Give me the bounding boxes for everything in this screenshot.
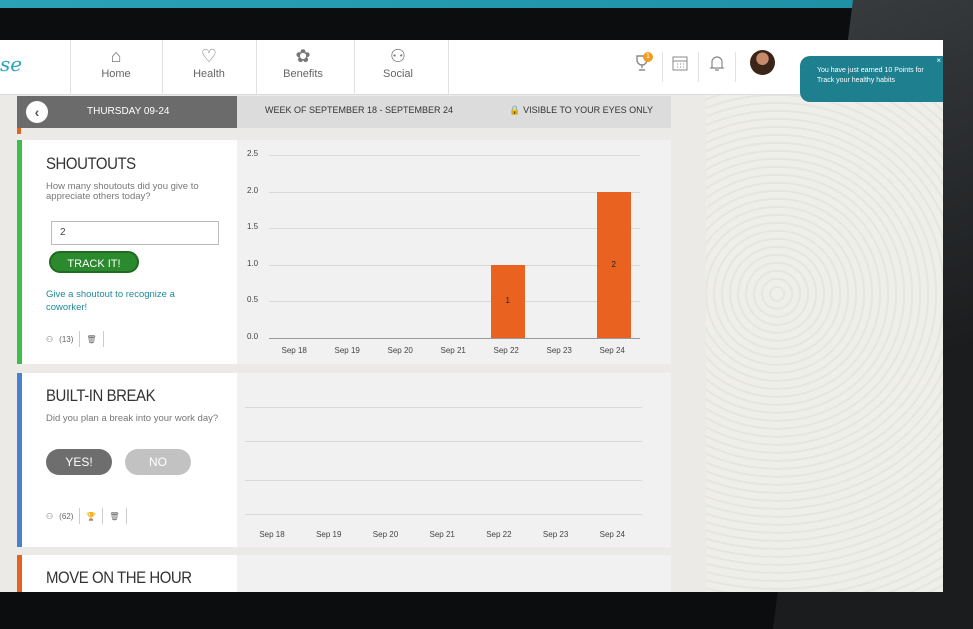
gridline (269, 191, 640, 193)
nav-divider (662, 52, 663, 82)
x-tick-label: Sep 21 (440, 346, 466, 355)
x-tick-label: Sep 19 (316, 530, 342, 539)
shoutout-link[interactable]: Give a shoutout to recognize a coworker! (46, 288, 216, 314)
week-range: WEEK OF SEPTEMBER 18 - SEPTEMBER 24 (265, 105, 454, 115)
x-tick-label: Sep 23 (546, 346, 572, 355)
gridline (269, 155, 640, 156)
app-screen: se ⌂ Home ♡ Health ✿ Benefits ⚇ Social 1… (0, 40, 943, 592)
y-tick-label: 1.5 (247, 222, 259, 232)
nav-divider (448, 40, 449, 95)
x-tick-label: Sep 23 (542, 530, 569, 539)
y-tick-label: 1.0 (247, 258, 259, 268)
gridline (269, 264, 640, 266)
points-toast[interactable]: You have just earned 10 Points for Track… (800, 56, 943, 102)
nav-health-label: Health (193, 68, 225, 80)
yes-button[interactable]: YES! (46, 449, 112, 475)
x-tick-label: Sep 24 (599, 346, 625, 355)
close-icon[interactable]: × (936, 56, 941, 66)
gridline (245, 441, 642, 442)
shoutouts-chart: 0.0 0.5 1.0 1.5 2.0 2.5 Sep 18 Sep 19 Sep 20 Sep … (237, 140, 671, 364)
people-icon: ⚇ (389, 46, 407, 66)
track-it-button[interactable]: TRACK IT! (49, 251, 139, 273)
home-icon: ⌂ (110, 46, 122, 66)
move-on-the-hour-card: MOVE ON THE HOUR (17, 555, 237, 592)
y-tick-label: 2.5 (247, 149, 259, 158)
visibility-note: 🔒 VISIBLE TO YOUR EYES ONLY (509, 105, 653, 115)
trash-icon[interactable]: 🗑 (109, 512, 119, 521)
nav-social[interactable]: ⚇ Social (348, 46, 448, 80)
nav-home-label: Home (101, 68, 131, 80)
nav-divider (735, 52, 736, 82)
prev-card-accent (17, 128, 21, 134)
current-day: THURSDAY 09-24 (87, 106, 170, 117)
week-bar: WEEK OF SEPTEMBER 18 - SEPTEMBER 24 🔒 VI… (237, 96, 671, 128)
gridline (269, 228, 640, 230)
card-meta: ⚇ (62) 🏆 🗑 (46, 508, 127, 524)
trash-icon[interactable]: 🗑 (86, 335, 96, 344)
x-tick-label: Sep 22 (493, 346, 519, 355)
toast-text: You have just earned 10 Points for Track… (817, 67, 924, 84)
top-accent-band (0, 0, 973, 8)
built-in-break-card: BUILT-IN BREAK Did you plan a break into… (17, 373, 237, 547)
card-title: SHOUTOUTS (46, 154, 136, 173)
gridline (245, 514, 642, 515)
people-icon[interactable]: ⚇ (46, 335, 53, 344)
participant-count: (13) (59, 334, 74, 344)
gridline (245, 407, 642, 408)
benefits-icon: ✿ (295, 46, 311, 66)
trophy-badge: 1 (643, 52, 653, 62)
nav-social-label: Social (383, 68, 413, 80)
participant-count: (62) (59, 511, 74, 521)
x-tick-label: Sep 20 (387, 346, 413, 355)
gridline (269, 301, 640, 303)
nav-divider (698, 52, 699, 82)
background-texture (706, 95, 943, 592)
bar-data-label: 2 (611, 259, 616, 269)
trophy-icon[interactable]: 🏆 (86, 512, 96, 521)
x-tick-label: Sep 22 (486, 530, 512, 539)
nav-benefits-label: Benefits (283, 68, 323, 80)
back-arrow-icon[interactable]: ‹ (26, 101, 48, 123)
gridline (245, 480, 642, 481)
y-tick-label: 0.5 (247, 295, 259, 305)
card-title: MOVE ON THE HOUR (46, 568, 192, 587)
no-button[interactable]: NO (125, 449, 191, 475)
meta-divider (79, 331, 81, 347)
card-meta: ⚇ (13) 🗑 (46, 331, 104, 347)
card-question: How many shoutouts did you give to appre… (46, 181, 199, 202)
meta-divider (125, 508, 127, 524)
move-chart (237, 555, 671, 592)
calendar-icon[interactable] (672, 55, 688, 71)
x-tick-label: Sep 19 (334, 346, 360, 355)
device-frame: se ⌂ Home ♡ Health ✿ Benefits ⚇ Social 1… (0, 0, 973, 629)
date-bar: ‹ THURSDAY 09-24 (17, 96, 237, 128)
shoutouts-card: SHOUTOUTS How many shoutouts did you giv… (17, 140, 237, 364)
meta-divider (79, 508, 81, 524)
y-tick-label: 2.0 (247, 185, 259, 195)
gridline (269, 338, 640, 339)
shoutouts-count-input[interactable]: 2 (51, 221, 219, 245)
x-tick-label: Sep 18 (281, 346, 307, 355)
nav-benefits[interactable]: ✿ Benefits (253, 46, 353, 80)
x-tick-label: Sep 18 (259, 530, 285, 539)
y-tick-label: 0.0 (247, 332, 259, 341)
break-chart: Sep 18 Sep 19 Sep 20 Sep 21 Sep 22 Sep 23 Sep … (237, 373, 671, 547)
x-tick-label: Sep 21 (429, 530, 455, 539)
people-icon[interactable]: ⚇ (46, 512, 53, 521)
avatar[interactable] (750, 50, 775, 75)
heart-icon: ♡ (200, 46, 218, 66)
card-question: Did you plan a break into your work day? (46, 413, 219, 424)
nav-health[interactable]: ♡ Health (159, 46, 259, 80)
card-title: BUILT-IN BREAK (46, 386, 156, 405)
nav-home[interactable]: ⌂ Home (66, 46, 166, 80)
x-tick-label: Sep 24 (599, 530, 625, 539)
brand-logo[interactable]: se (0, 52, 22, 76)
bar-data-label: 1 (505, 296, 510, 306)
x-tick-label: Sep 20 (372, 530, 399, 539)
meta-divider (102, 508, 104, 524)
meta-divider (102, 331, 104, 347)
bell-icon[interactable] (709, 54, 725, 72)
